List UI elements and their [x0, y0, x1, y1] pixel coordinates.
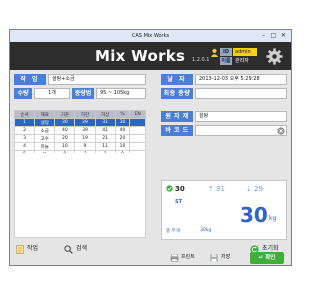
table-cell: [129, 142, 146, 151]
qty-field[interactable]: 1개: [34, 88, 70, 99]
app-version: 1.2.0.1: [192, 57, 210, 63]
date-label: 날 자: [161, 74, 193, 85]
user-icon: [210, 48, 219, 57]
date-field: 2013-12-03 오후 5:29:28: [195, 74, 287, 85]
user-id-value: admin: [233, 48, 257, 56]
print-label: 프린트: [181, 254, 195, 260]
table-cell: 40: [54, 126, 76, 135]
save-label: 저장: [221, 254, 231, 260]
column-header: %: [114, 110, 131, 119]
table-cell: 20: [54, 134, 76, 143]
table-cell: 고수: [34, 134, 56, 143]
current-weight: 30: [240, 203, 268, 227]
search-button-label: 검색: [76, 245, 88, 252]
app-header: Mix Works 1.2.0.1 ID admin 이름 관리자: [10, 42, 291, 70]
work-button-label: 작업: [27, 245, 39, 252]
column-header: 재료: [34, 110, 56, 119]
table-cell: [129, 126, 146, 135]
document-icon: [16, 245, 24, 254]
table-header-row: 순서 재료 기준 허한 허상 % EN: [13, 110, 146, 119]
table-cell: 11: [94, 142, 116, 151]
table-row[interactable]: 1 설탕 30 29 31 30: [13, 118, 146, 127]
gear-icon[interactable]: [266, 48, 283, 65]
table-cell: 20: [114, 134, 131, 143]
column-header: 허상: [94, 110, 116, 119]
user-info: ID admin 이름 관리자: [210, 48, 258, 66]
table-empty-area: [14, 153, 146, 238]
table-cell: 9: [74, 142, 96, 151]
table-cell: 19: [74, 134, 96, 143]
clear-icon[interactable]: [277, 127, 285, 135]
weight-range-field[interactable]: 95 ~ 105kg: [96, 88, 146, 99]
work-label: 작 업: [14, 74, 46, 85]
table-cell: 29: [74, 118, 96, 127]
stable-indicator: ST: [175, 199, 183, 205]
tare-value: 30kg: [200, 228, 212, 233]
maximize-icon[interactable]: □: [270, 32, 277, 39]
table-cell: 4: [13, 142, 36, 151]
arrow-down-icon: ⇣: [246, 185, 252, 193]
weight-range-label: 중량범: [72, 88, 94, 99]
disk-icon: [210, 254, 218, 262]
lower-limit: 29: [254, 185, 263, 193]
target-weight: 30: [175, 185, 185, 193]
reset-button-label: 초기화: [262, 245, 279, 252]
material-field[interactable]: 설탕: [195, 111, 287, 122]
qty-label: 수량: [14, 88, 32, 99]
barcode-label: 바 코 드: [161, 125, 193, 136]
column-header: 기준: [54, 110, 76, 119]
search-icon: [64, 245, 73, 254]
refresh-icon: [250, 245, 259, 254]
column-header: 허한: [74, 110, 96, 119]
check-icon: [166, 185, 173, 192]
table-cell: 41: [94, 126, 116, 135]
table-cell: 설탕: [34, 118, 56, 127]
table-cell: 30: [114, 118, 131, 127]
table-cell: 소금: [34, 126, 56, 135]
final-weight-label: 최종 중량: [161, 88, 193, 99]
minimize-icon[interactable]: –: [260, 32, 267, 39]
close-icon[interactable]: ✕: [280, 32, 287, 39]
app-window: CAS Mix Works – □ ✕ Mix Works 1.2.0.1 ID…: [9, 29, 292, 266]
window-titlebar: CAS Mix Works – □ ✕: [10, 30, 291, 42]
printer-icon: [170, 254, 179, 262]
table-row[interactable]: 2 소금 40 39 41 40: [13, 126, 146, 135]
table-cell: 31: [94, 118, 116, 127]
ok-label: 확인: [265, 255, 276, 261]
arrow-up-icon: ⇡: [208, 185, 214, 193]
table-row[interactable]: 4 마늘 10 9 11 10: [13, 142, 146, 151]
tare-label: 총 무게: [166, 229, 180, 234]
recipe-table: 순서 재료 기준 허한 허상 % EN 1 설탕 30 29 31 30 2 소…: [13, 110, 146, 159]
table-cell: 마늘: [34, 142, 56, 151]
table-row[interactable]: 3 고수 20 19 21 20: [13, 134, 146, 143]
table-cell: 10: [114, 142, 131, 151]
weighing-panel: 30 ⇡ 31 ⇣ 29 ST 30 kg 총 무게 30kg: [161, 180, 287, 240]
column-header: 순서: [13, 110, 36, 119]
ok-icon: ↵: [258, 255, 264, 261]
table-cell: 10: [54, 142, 76, 151]
weight-unit: kg: [269, 215, 277, 222]
column-header: EN: [129, 110, 146, 119]
table-cell: [129, 134, 146, 143]
table-cell: 3: [13, 134, 36, 143]
final-weight-field[interactable]: [195, 88, 287, 99]
window-title: CAS Mix Works: [131, 33, 170, 39]
user-role-value: 관리자: [233, 57, 257, 65]
table-cell: 21: [94, 134, 116, 143]
table-cell: 39: [74, 126, 96, 135]
upper-limit: 31: [216, 185, 225, 193]
work-field[interactable]: 설탕+소금: [48, 74, 146, 85]
table-cell: 30: [54, 118, 76, 127]
table-cell: [129, 118, 146, 127]
app-title: Mix Works: [95, 47, 186, 65]
user-id-label: ID: [220, 48, 232, 56]
barcode-field[interactable]: [195, 125, 287, 136]
table-cell: 2: [13, 126, 36, 135]
table-cell: 1: [13, 118, 36, 127]
user-role-label: 이름: [220, 57, 232, 65]
material-label: 원 자 재: [161, 111, 193, 122]
table-cell: 40: [114, 126, 131, 135]
